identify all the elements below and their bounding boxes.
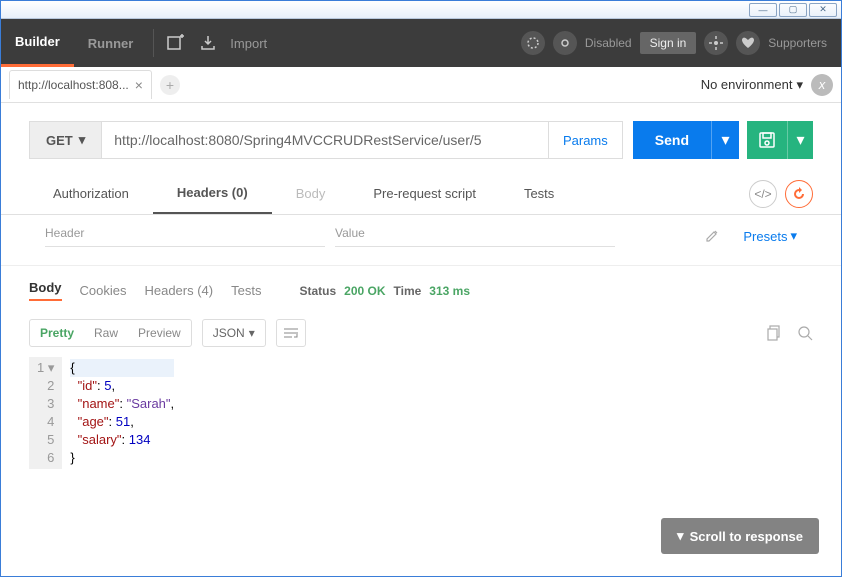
response-tab-headers[interactable]: Headers (4) bbox=[144, 283, 213, 298]
minimize-button[interactable]: — bbox=[749, 3, 777, 17]
status-block: Status 200 OK Time 313 ms bbox=[299, 284, 470, 298]
presets-dropdown[interactable]: Presets ▾ bbox=[743, 228, 797, 244]
edit-icon[interactable] bbox=[701, 225, 723, 247]
request-tabs-row: http://localhost:808... × + No environme… bbox=[1, 67, 841, 103]
copy-icon[interactable] bbox=[767, 325, 783, 341]
time-value: 313 ms bbox=[429, 284, 470, 298]
heart-icon[interactable] bbox=[736, 31, 760, 55]
tab-body[interactable]: Body bbox=[272, 173, 350, 214]
save-dropdown[interactable]: ▾ bbox=[787, 121, 813, 159]
env-quicklook-icon[interactable]: x bbox=[811, 74, 833, 96]
preview-button[interactable]: Preview bbox=[128, 320, 191, 346]
request-url-row: GET ▾ Params Send ▾ ▾ bbox=[1, 103, 841, 173]
close-tab-icon[interactable]: × bbox=[135, 77, 143, 93]
line-gutter: 1 ▾23456 bbox=[29, 357, 62, 469]
maximize-button[interactable]: ▢ bbox=[779, 3, 807, 17]
supporters-label: Supporters bbox=[768, 36, 827, 50]
response-toolbar: Pretty Raw Preview JSON ▾ bbox=[1, 309, 841, 357]
window-titlebar: — ▢ ✕ bbox=[1, 1, 841, 19]
settings-icon[interactable] bbox=[704, 31, 728, 55]
environment-selector[interactable]: No environment ▾ bbox=[701, 77, 803, 93]
pretty-button[interactable]: Pretty bbox=[30, 320, 84, 346]
time-label: Time bbox=[394, 284, 422, 298]
tab-tests[interactable]: Tests bbox=[500, 173, 578, 214]
code-line: "age": 51, bbox=[70, 413, 174, 431]
status-value: 200 OK bbox=[344, 284, 385, 298]
new-window-icon[interactable] bbox=[160, 27, 192, 59]
app-window: — ▢ ✕ Builder Runner Import Disabled S bbox=[0, 0, 842, 577]
response-body-viewer: 1 ▾23456 { "id": 5, "name": "Sarah", "ag… bbox=[1, 357, 841, 489]
request-tab-label: http://localhost:808... bbox=[18, 78, 129, 92]
save-button[interactable] bbox=[747, 121, 787, 159]
request-tab[interactable]: http://localhost:808... × bbox=[9, 70, 152, 99]
code-line: "salary": 134 bbox=[70, 431, 174, 449]
send-button[interactable]: Send bbox=[633, 121, 711, 159]
presets-label: Presets bbox=[743, 229, 787, 244]
chevron-down-icon: ▾ bbox=[249, 326, 255, 340]
format-label: JSON bbox=[213, 326, 245, 340]
method-label: GET bbox=[46, 133, 73, 148]
chevron-down-icon: ▾ bbox=[796, 77, 803, 93]
tab-headers[interactable]: Headers (0) bbox=[153, 173, 272, 214]
code-line: { bbox=[70, 359, 174, 377]
interceptor-icon[interactable] bbox=[521, 31, 545, 55]
sync-icon[interactable] bbox=[553, 31, 577, 55]
search-icon[interactable] bbox=[797, 325, 813, 341]
code-line: } bbox=[70, 449, 174, 467]
wrap-lines-button[interactable] bbox=[276, 319, 306, 347]
close-window-button[interactable]: ✕ bbox=[809, 3, 837, 17]
sync-status: Disabled bbox=[585, 36, 632, 50]
send-dropdown[interactable]: ▾ bbox=[711, 121, 739, 159]
response-tab-body[interactable]: Body bbox=[29, 280, 62, 301]
request-subtabs: Authorization Headers (0) Body Pre-reque… bbox=[1, 173, 841, 215]
add-tab-button[interactable]: + bbox=[160, 75, 180, 95]
builder-tab[interactable]: Builder bbox=[1, 19, 74, 67]
chevron-down-icon: ▾ bbox=[79, 132, 86, 148]
headers-editor: Header Value Presets ▾ bbox=[1, 215, 841, 266]
url-input[interactable] bbox=[101, 121, 549, 159]
header-column-label: Header bbox=[45, 226, 325, 247]
code-icon[interactable]: </> bbox=[749, 180, 777, 208]
view-mode-group: Pretty Raw Preview bbox=[29, 319, 192, 347]
sign-in-button[interactable]: Sign in bbox=[640, 32, 697, 54]
import-icon[interactable] bbox=[192, 27, 224, 59]
tab-prerequest[interactable]: Pre-request script bbox=[349, 173, 500, 214]
code-content[interactable]: { "id": 5, "name": "Sarah", "age": 51, "… bbox=[62, 357, 182, 469]
params-button[interactable]: Params bbox=[549, 121, 623, 159]
import-label[interactable]: Import bbox=[230, 36, 267, 51]
response-tab-cookies[interactable]: Cookies bbox=[80, 283, 127, 298]
environment-label: No environment bbox=[701, 77, 793, 92]
chevron-down-icon: ▾ bbox=[790, 228, 797, 244]
scroll-label: Scroll to response bbox=[690, 529, 803, 544]
chevron-down-icon: ▾ bbox=[677, 528, 684, 544]
scroll-to-response-button[interactable]: ▾ Scroll to response bbox=[661, 518, 819, 554]
format-selector[interactable]: JSON ▾ bbox=[202, 319, 266, 347]
status-label: Status bbox=[299, 284, 336, 298]
response-tabs: Body Cookies Headers (4) Tests Status 20… bbox=[1, 266, 841, 309]
method-selector[interactable]: GET ▾ bbox=[29, 121, 101, 159]
code-line: "id": 5, bbox=[70, 377, 174, 395]
code-line: "name": "Sarah", bbox=[70, 395, 174, 413]
divider bbox=[153, 29, 154, 57]
reset-icon[interactable] bbox=[785, 180, 813, 208]
tab-authorization[interactable]: Authorization bbox=[29, 173, 153, 214]
top-toolbar: Builder Runner Import Disabled Sign in bbox=[1, 19, 841, 67]
response-tab-tests[interactable]: Tests bbox=[231, 283, 261, 298]
raw-button[interactable]: Raw bbox=[84, 320, 128, 346]
runner-tab[interactable]: Runner bbox=[74, 19, 148, 67]
value-column-label: Value bbox=[335, 226, 615, 247]
